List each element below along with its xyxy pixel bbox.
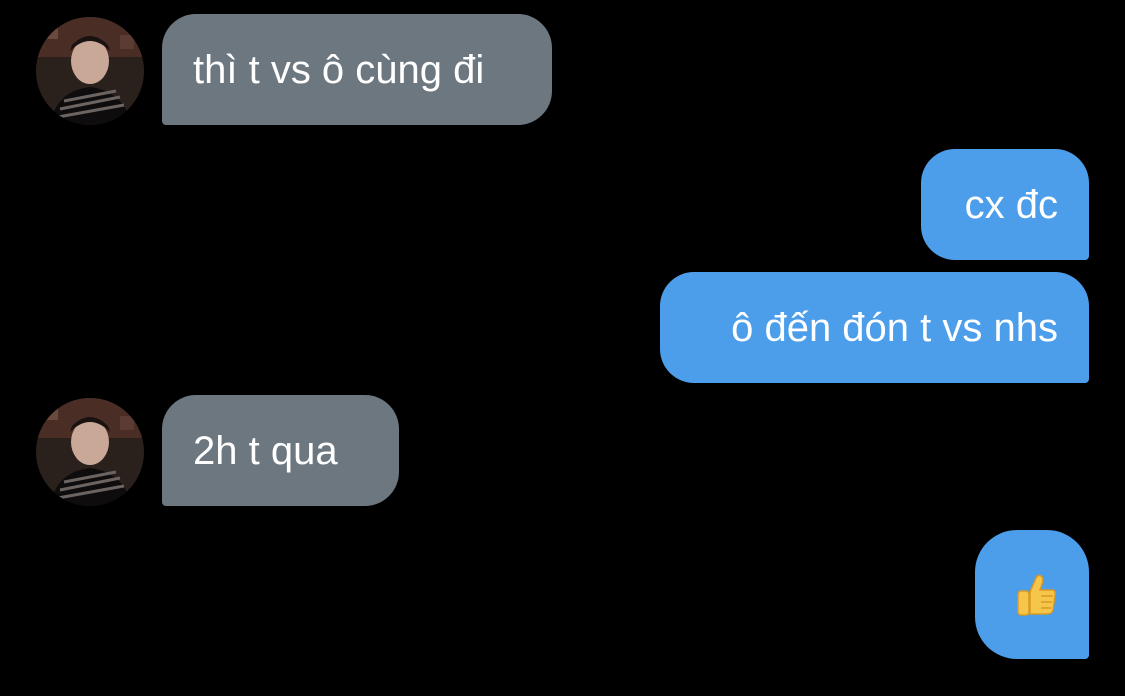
- message-bubble-incoming[interactable]: 2h t qua: [162, 395, 399, 506]
- avatar[interactable]: [36, 398, 144, 506]
- avatar[interactable]: [36, 17, 144, 125]
- avatar-photo: [36, 398, 144, 506]
- message-text: cx đc: [964, 182, 1058, 227]
- thumbs-up-icon: [1017, 574, 1056, 616]
- message-text: 2h t qua: [193, 428, 338, 473]
- message-bubble-outgoing[interactable]: ô đến đón t vs nhs: [660, 272, 1089, 383]
- chat-thread: thì t vs ô cùng đi cx đc ô đến đón t vs …: [0, 0, 1125, 696]
- avatar-photo: [36, 17, 144, 125]
- message-bubble-incoming[interactable]: thì t vs ô cùng đi: [162, 14, 552, 125]
- message-bubble-outgoing[interactable]: cx đc: [921, 149, 1089, 260]
- message-text: thì t vs ô cùng đi: [193, 47, 485, 92]
- message-bubble-outgoing[interactable]: [975, 530, 1089, 659]
- message-text: ô đến đón t vs nhs: [731, 305, 1058, 350]
